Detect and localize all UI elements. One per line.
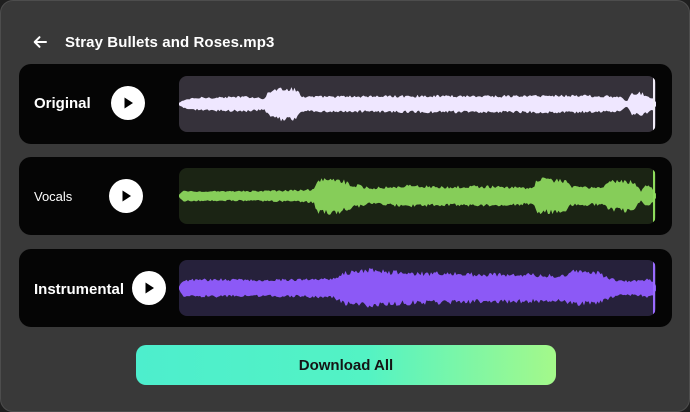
play-icon	[145, 282, 154, 294]
header: Stray Bullets and Roses.mp3	[27, 29, 274, 55]
track-vocals: Vocals	[19, 157, 672, 235]
playhead[interactable]	[653, 168, 655, 224]
playhead[interactable]	[653, 76, 655, 132]
play-button[interactable]	[109, 179, 143, 213]
arrow-left-icon	[33, 36, 47, 48]
back-button[interactable]	[27, 29, 53, 55]
download-all-button[interactable]: Download All	[136, 345, 556, 385]
waveform-shape	[179, 87, 656, 122]
play-button[interactable]	[111, 86, 145, 120]
waveform-svg	[179, 260, 656, 316]
track-label: Original	[34, 95, 91, 112]
waveform-original[interactable]	[179, 76, 656, 132]
track-label: Vocals	[34, 189, 73, 204]
waveform-vocals[interactable]	[179, 168, 656, 224]
waveform-svg	[179, 168, 656, 224]
track-label: Instrumental	[34, 281, 125, 298]
waveform-instrumental[interactable]	[179, 260, 656, 316]
file-title: Stray Bullets and Roses.mp3	[65, 33, 275, 51]
waveform-svg	[179, 76, 656, 132]
waveform-shape	[179, 177, 656, 215]
app-window: Stray Bullets and Roses.mp3 Original Voc…	[0, 0, 690, 412]
track-instrumental: Instrumental	[19, 249, 672, 327]
download-all-label: Download All	[298, 356, 394, 374]
play-button[interactable]	[132, 271, 166, 305]
waveform-shape	[179, 267, 656, 308]
track-original: Original	[19, 64, 672, 144]
play-icon	[124, 97, 133, 109]
play-icon	[122, 190, 131, 202]
playhead[interactable]	[653, 260, 655, 316]
